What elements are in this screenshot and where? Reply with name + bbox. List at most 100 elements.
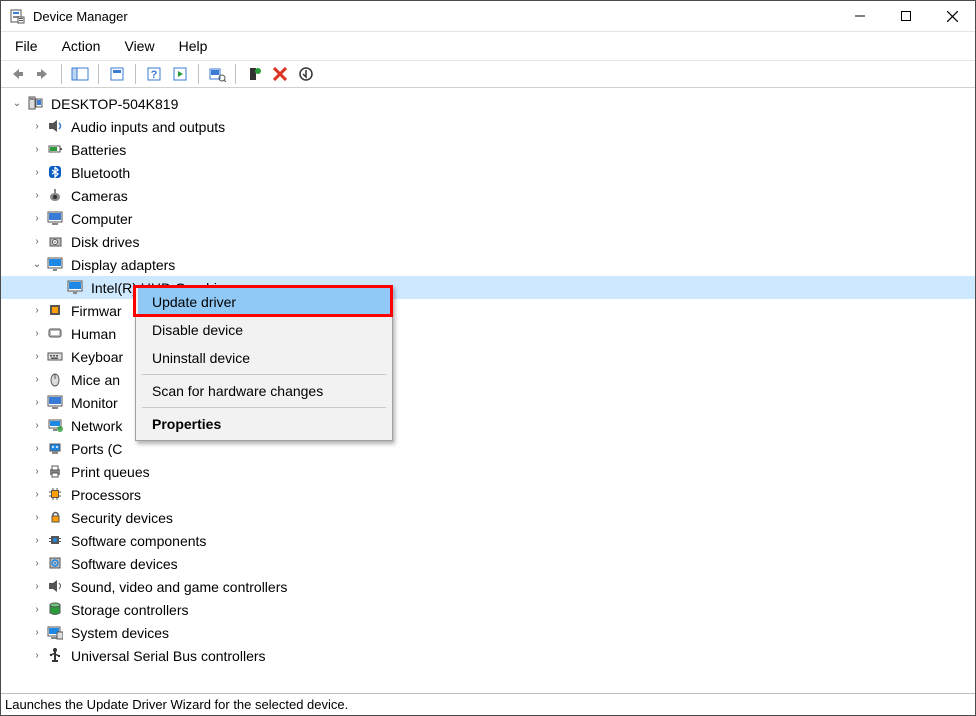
menubar: File Action View Help (1, 31, 975, 60)
svg-text:?: ? (151, 69, 158, 81)
separator (135, 64, 136, 84)
tree-node[interactable]: › Processors (1, 483, 975, 506)
node-label: Software components (71, 533, 206, 549)
expand-icon[interactable]: › (29, 648, 45, 664)
app-icon (9, 8, 25, 24)
tree-node[interactable]: › Bluetooth (1, 161, 975, 184)
tree-node[interactable]: › Sound, video and game controllers (1, 575, 975, 598)
show-hide-tree-button[interactable] (68, 63, 92, 85)
expand-icon[interactable]: › (29, 510, 45, 526)
expand-icon[interactable]: › (29, 579, 45, 595)
node-label: Human (71, 326, 116, 342)
node-label: Ports (C (71, 441, 122, 457)
node-label: System devices (71, 625, 169, 641)
tree-node[interactable]: › Print queues (1, 460, 975, 483)
expand-icon[interactable]: ⌄ (29, 257, 45, 273)
tree-node[interactable]: › Batteries (1, 138, 975, 161)
storage-icon (47, 601, 65, 619)
window-controls (837, 1, 975, 31)
computer-icon (27, 95, 45, 113)
context-menu-item[interactable]: Uninstall device (138, 344, 390, 372)
tree-node[interactable]: › Storage controllers (1, 598, 975, 621)
uninstall-button[interactable] (268, 63, 292, 85)
expand-icon[interactable]: › (29, 533, 45, 549)
node-label: Disk drives (71, 234, 139, 250)
statusbar: Launches the Update Driver Wizard for th… (1, 693, 975, 715)
collapse-icon[interactable]: ⌄ (9, 96, 25, 112)
tree-node[interactable]: › Audio inputs and outputs (1, 115, 975, 138)
expand-icon[interactable]: › (29, 349, 45, 365)
tree-node[interactable]: › Computer (1, 207, 975, 230)
tree-node[interactable]: › Security devices (1, 506, 975, 529)
expand-icon[interactable]: › (29, 602, 45, 618)
forward-button[interactable] (31, 63, 55, 85)
separator (198, 64, 199, 84)
mouse-icon (47, 371, 65, 389)
separator (98, 64, 99, 84)
node-label: Sound, video and game controllers (71, 579, 287, 595)
expand-icon[interactable]: › (29, 119, 45, 135)
context-menu-item[interactable]: Disable device (138, 316, 390, 344)
bluetooth-icon (47, 164, 65, 182)
expand-icon[interactable]: › (29, 418, 45, 434)
expand-icon[interactable]: › (29, 326, 45, 342)
tree-node[interactable]: › Software devices (1, 552, 975, 575)
minimize-button[interactable] (837, 1, 883, 31)
tree-node[interactable]: › Disk drives (1, 230, 975, 253)
scan-hardware-button[interactable] (205, 63, 229, 85)
tree-node[interactable]: › Software components (1, 529, 975, 552)
expand-icon[interactable]: › (29, 464, 45, 480)
port-icon (47, 440, 65, 458)
menu-action[interactable]: Action (52, 34, 111, 58)
expand-icon[interactable]: › (29, 372, 45, 388)
tree-node[interactable]: › System devices (1, 621, 975, 644)
menu-separator (142, 374, 386, 375)
action-button[interactable] (168, 63, 192, 85)
maximize-button[interactable] (883, 1, 929, 31)
node-label: Batteries (71, 142, 126, 158)
node-label: Mice an (71, 372, 120, 388)
spacer (49, 280, 65, 296)
expand-icon[interactable]: › (29, 188, 45, 204)
expand-icon[interactable]: › (29, 556, 45, 572)
expand-icon[interactable]: › (29, 165, 45, 181)
disable-button[interactable] (294, 63, 318, 85)
expand-icon[interactable]: › (29, 487, 45, 503)
expand-icon[interactable]: › (29, 441, 45, 457)
network-icon (47, 417, 65, 435)
expand-icon[interactable]: › (29, 234, 45, 250)
context-menu-item[interactable]: Scan for hardware changes (138, 377, 390, 405)
separator (61, 64, 62, 84)
expand-icon[interactable]: › (29, 142, 45, 158)
node-label: Print queues (71, 464, 150, 480)
context-menu-item[interactable]: Properties (138, 410, 390, 438)
tree-node[interactable]: › Universal Serial Bus controllers (1, 644, 975, 667)
tree-root[interactable]: ⌄ DESKTOP-504K819 (1, 92, 975, 115)
node-label: Cameras (71, 188, 128, 204)
expand-icon[interactable]: › (29, 303, 45, 319)
sound-icon (47, 578, 65, 596)
expand-icon[interactable]: › (29, 211, 45, 227)
menu-view[interactable]: View (114, 34, 164, 58)
node-label: Bluetooth (71, 165, 130, 181)
menu-help[interactable]: Help (169, 34, 218, 58)
battery-icon (47, 141, 65, 159)
context-menu-item[interactable]: Update driver (138, 288, 390, 316)
expand-icon[interactable]: › (29, 625, 45, 641)
back-button[interactable] (5, 63, 29, 85)
close-button[interactable] (929, 1, 975, 31)
system-icon (47, 624, 65, 642)
help-button[interactable]: ? (142, 63, 166, 85)
node-label: Monitor (71, 395, 118, 411)
tree-node[interactable]: › Cameras (1, 184, 975, 207)
expand-icon[interactable]: › (29, 395, 45, 411)
properties-button[interactable] (105, 63, 129, 85)
node-label: Keyboar (71, 349, 123, 365)
cpu-icon (47, 486, 65, 504)
menu-file[interactable]: File (5, 34, 48, 58)
monitor-icon (47, 394, 65, 412)
audio-icon (47, 118, 65, 136)
update-driver-button[interactable] (242, 63, 266, 85)
tree-node[interactable]: ⌄ Display adapters (1, 253, 975, 276)
node-label: Firmwar (71, 303, 122, 319)
